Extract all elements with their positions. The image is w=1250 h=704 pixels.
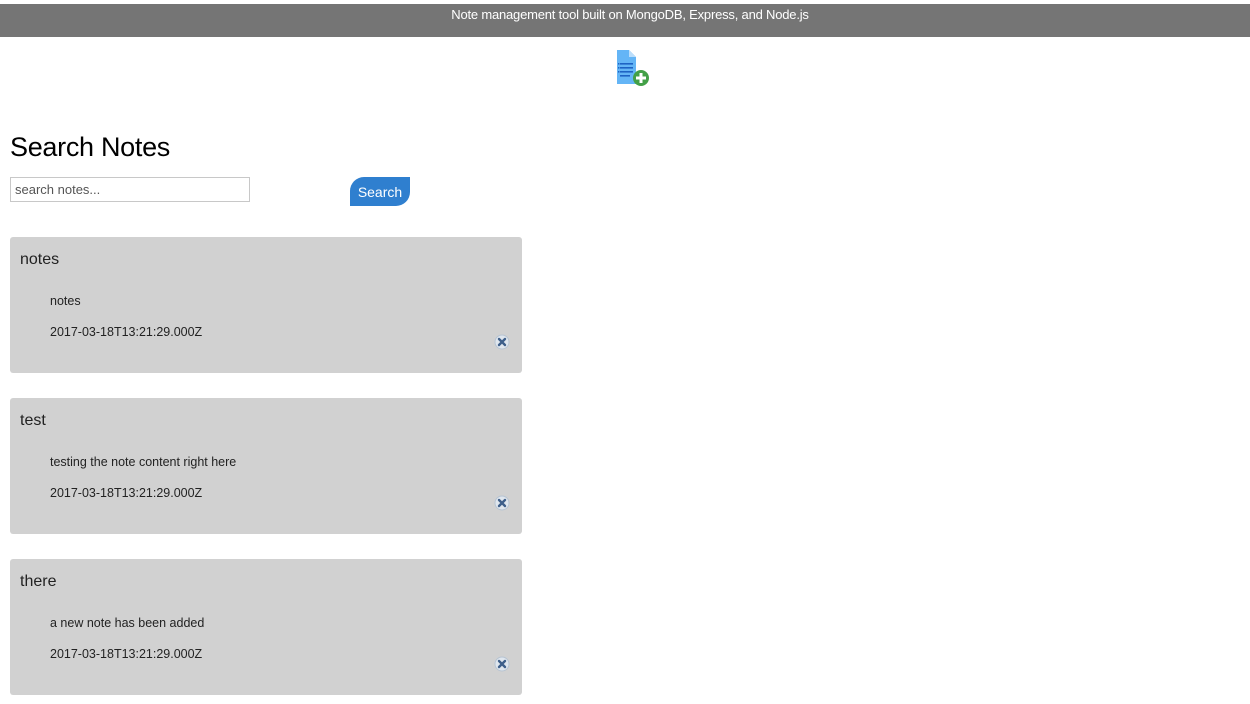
note-card: notes notes 2017-03-18T13:21:29.000Z (10, 237, 522, 373)
search-title: Search Notes (10, 132, 170, 162)
note-title: notes (20, 251, 60, 268)
note-title: test (20, 412, 46, 429)
header-title: Note management tool built on MongoDB, E… (451, 7, 809, 22)
note-title: there (20, 573, 57, 590)
close-icon (494, 334, 510, 350)
note-body: notes (50, 294, 81, 308)
close-icon (494, 495, 510, 511)
note-body: testing the note content right here (50, 455, 237, 469)
header-bar: Note management tool built on MongoDB, E… (0, 4, 1250, 37)
delete-note-button[interactable] (494, 495, 510, 511)
note-date: 2017-03-18T13:21:29.000Z (50, 647, 203, 661)
note-body: a new note has been added (50, 616, 205, 630)
close-icon (494, 656, 510, 672)
add-document-icon (617, 50, 649, 86)
note-date: 2017-03-18T13:21:29.000Z (50, 325, 203, 339)
search-input[interactable] (10, 177, 250, 202)
add-note-button[interactable] (614, 48, 652, 88)
note-date: 2017-03-18T13:21:29.000Z (50, 486, 203, 500)
search-button[interactable]: Search (350, 177, 410, 206)
note-card: there a new note has been added 2017-03-… (10, 559, 522, 695)
note-card: test testing the note content right here… (10, 398, 522, 534)
delete-note-button[interactable] (494, 334, 510, 350)
delete-note-button[interactable] (494, 656, 510, 672)
